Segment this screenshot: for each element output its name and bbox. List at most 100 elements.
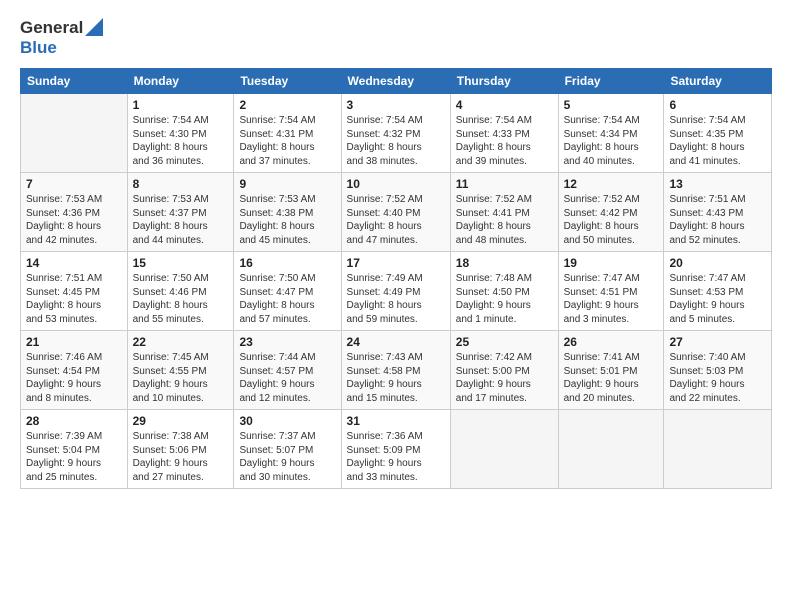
day-info: Sunrise: 7:52 AM Sunset: 4:42 PM Dayligh… [564,193,659,247]
day-number: 30 [239,414,335,428]
page: General Blue SundayMondayTuesdayWednesda… [0,0,792,612]
calendar-cell [558,410,664,489]
calendar-cell: 30Sunrise: 7:37 AM Sunset: 5:07 PM Dayli… [234,410,341,489]
day-number: 26 [564,335,659,349]
day-number: 5 [564,98,659,112]
calendar-cell: 17 Sunrise: 7:49 AM Sunset: 4:49 PM Dayli… [341,252,450,331]
weekday-saturday: Saturday [664,69,772,94]
day-number: 20 [669,256,766,270]
day-info: Sunrise: 7:43 AM Sunset: 4:58 PM Dayligh… [347,351,445,405]
calendar-cell: 22 Sunrise: 7:45 AM Sunset: 4:55 PM Dayli… [127,331,234,410]
week-row-1: 7Sunrise: 7:53 AM Sunset: 4:36 PM Daylig… [21,173,772,252]
logo-blue-text: Blue [20,38,57,58]
day-info: Sunrise: 7:50 AM Sunset: 4:47 PM Dayligh… [239,272,335,326]
calendar-cell: 31 Sunrise: 7:36 AM Sunset: 5:09 PM Dayli… [341,410,450,489]
day-info: Sunrise: 7:47 AM Sunset: 4:53 PM Dayligh… [669,272,766,326]
calendar-cell: 3 Sunrise: 7:54 AM Sunset: 4:32 PM Daylig… [341,94,450,173]
weekday-wednesday: Wednesday [341,69,450,94]
day-number: 17 [347,256,445,270]
day-number: 11 [456,177,553,191]
calendar-cell: 1 Sunrise: 7:54 AM Sunset: 4:30 PM Daylig… [127,94,234,173]
day-number: 1 [133,98,229,112]
calendar-table: SundayMondayTuesdayWednesdayThursdayFrid… [20,68,772,489]
calendar-cell: 23 Sunrise: 7:44 AM Sunset: 4:57 PM Dayli… [234,331,341,410]
day-number: 31 [347,414,445,428]
calendar-cell: 12 Sunrise: 7:52 AM Sunset: 4:42 PM Dayli… [558,173,664,252]
calendar-cell: 16 Sunrise: 7:50 AM Sunset: 4:47 PM Dayli… [234,252,341,331]
calendar-cell: 13Sunrise: 7:51 AM Sunset: 4:43 PM Dayli… [664,173,772,252]
day-number: 18 [456,256,553,270]
day-info: Sunrise: 7:53 AM Sunset: 4:37 PM Dayligh… [133,193,229,247]
day-info: Sunrise: 7:50 AM Sunset: 4:46 PM Dayligh… [133,272,229,326]
weekday-thursday: Thursday [450,69,558,94]
calendar-cell: 20 Sunrise: 7:47 AM Sunset: 4:53 PM Dayli… [664,252,772,331]
calendar-cell: 7Sunrise: 7:53 AM Sunset: 4:36 PM Daylig… [21,173,128,252]
day-number: 16 [239,256,335,270]
calendar-cell: 15 Sunrise: 7:50 AM Sunset: 4:46 PM Dayli… [127,252,234,331]
day-number: 15 [133,256,229,270]
calendar-cell: 25 Sunrise: 7:42 AM Sunset: 5:00 PM Dayli… [450,331,558,410]
day-info: Sunrise: 7:54 AM Sunset: 4:35 PM Dayligh… [669,114,766,168]
header: General Blue [20,18,772,58]
calendar-cell [21,94,128,173]
day-info: Sunrise: 7:42 AM Sunset: 5:00 PM Dayligh… [456,351,553,405]
day-info: Sunrise: 7:54 AM Sunset: 4:34 PM Dayligh… [564,114,659,168]
logo-general: General [20,18,83,38]
day-info: Sunrise: 7:53 AM Sunset: 4:36 PM Dayligh… [26,193,122,247]
day-number: 12 [564,177,659,191]
day-number: 21 [26,335,122,349]
calendar-cell: 8 Sunrise: 7:53 AM Sunset: 4:37 PM Daylig… [127,173,234,252]
week-row-2: 14Sunrise: 7:51 AM Sunset: 4:45 PM Dayli… [21,252,772,331]
calendar-cell: 24Sunrise: 7:43 AM Sunset: 4:58 PM Dayli… [341,331,450,410]
day-number: 13 [669,177,766,191]
day-number: 9 [239,177,335,191]
day-number: 25 [456,335,553,349]
calendar-cell: 6 Sunrise: 7:54 AM Sunset: 4:35 PM Daylig… [664,94,772,173]
calendar-cell [664,410,772,489]
day-info: Sunrise: 7:49 AM Sunset: 4:49 PM Dayligh… [347,272,445,326]
calendar-cell: 26 Sunrise: 7:41 AM Sunset: 5:01 PM Dayli… [558,331,664,410]
day-number: 28 [26,414,122,428]
day-info: Sunrise: 7:47 AM Sunset: 4:51 PM Dayligh… [564,272,659,326]
day-info: Sunrise: 7:44 AM Sunset: 4:57 PM Dayligh… [239,351,335,405]
day-info: Sunrise: 7:36 AM Sunset: 5:09 PM Dayligh… [347,430,445,484]
calendar-cell: 19Sunrise: 7:47 AM Sunset: 4:51 PM Dayli… [558,252,664,331]
calendar-cell: 10Sunrise: 7:52 AM Sunset: 4:40 PM Dayli… [341,173,450,252]
week-row-0: 1 Sunrise: 7:54 AM Sunset: 4:30 PM Daylig… [21,94,772,173]
week-row-3: 21Sunrise: 7:46 AM Sunset: 4:54 PM Dayli… [21,331,772,410]
day-number: 3 [347,98,445,112]
calendar-cell: 11Sunrise: 7:52 AM Sunset: 4:41 PM Dayli… [450,173,558,252]
day-info: Sunrise: 7:41 AM Sunset: 5:01 PM Dayligh… [564,351,659,405]
day-number: 8 [133,177,229,191]
day-info: Sunrise: 7:54 AM Sunset: 4:30 PM Dayligh… [133,114,229,168]
day-info: Sunrise: 7:52 AM Sunset: 4:40 PM Dayligh… [347,193,445,247]
calendar-cell: 5 Sunrise: 7:54 AM Sunset: 4:34 PM Daylig… [558,94,664,173]
day-number: 6 [669,98,766,112]
day-info: Sunrise: 7:48 AM Sunset: 4:50 PM Dayligh… [456,272,553,326]
day-number: 2 [239,98,335,112]
logo-text-block: General Blue [20,18,103,58]
day-info: Sunrise: 7:45 AM Sunset: 4:55 PM Dayligh… [133,351,229,405]
day-info: Sunrise: 7:39 AM Sunset: 5:04 PM Dayligh… [26,430,122,484]
day-info: Sunrise: 7:51 AM Sunset: 4:45 PM Dayligh… [26,272,122,326]
day-info: Sunrise: 7:54 AM Sunset: 4:33 PM Dayligh… [456,114,553,168]
weekday-header-row: SundayMondayTuesdayWednesdayThursdayFrid… [21,69,772,94]
day-number: 29 [133,414,229,428]
calendar-cell: 9 Sunrise: 7:53 AM Sunset: 4:38 PM Daylig… [234,173,341,252]
calendar-cell: 21Sunrise: 7:46 AM Sunset: 4:54 PM Dayli… [21,331,128,410]
day-info: Sunrise: 7:54 AM Sunset: 4:31 PM Dayligh… [239,114,335,168]
calendar-cell: 27Sunrise: 7:40 AM Sunset: 5:03 PM Dayli… [664,331,772,410]
weekday-friday: Friday [558,69,664,94]
day-info: Sunrise: 7:54 AM Sunset: 4:32 PM Dayligh… [347,114,445,168]
calendar-cell: 4Sunrise: 7:54 AM Sunset: 4:33 PM Daylig… [450,94,558,173]
day-number: 27 [669,335,766,349]
week-row-4: 28 Sunrise: 7:39 AM Sunset: 5:04 PM Dayli… [21,410,772,489]
day-info: Sunrise: 7:53 AM Sunset: 4:38 PM Dayligh… [239,193,335,247]
calendar-cell: 14Sunrise: 7:51 AM Sunset: 4:45 PM Dayli… [21,252,128,331]
weekday-sunday: Sunday [21,69,128,94]
logo: General Blue [20,18,103,58]
day-number: 22 [133,335,229,349]
weekday-monday: Monday [127,69,234,94]
calendar-cell [450,410,558,489]
day-number: 23 [239,335,335,349]
